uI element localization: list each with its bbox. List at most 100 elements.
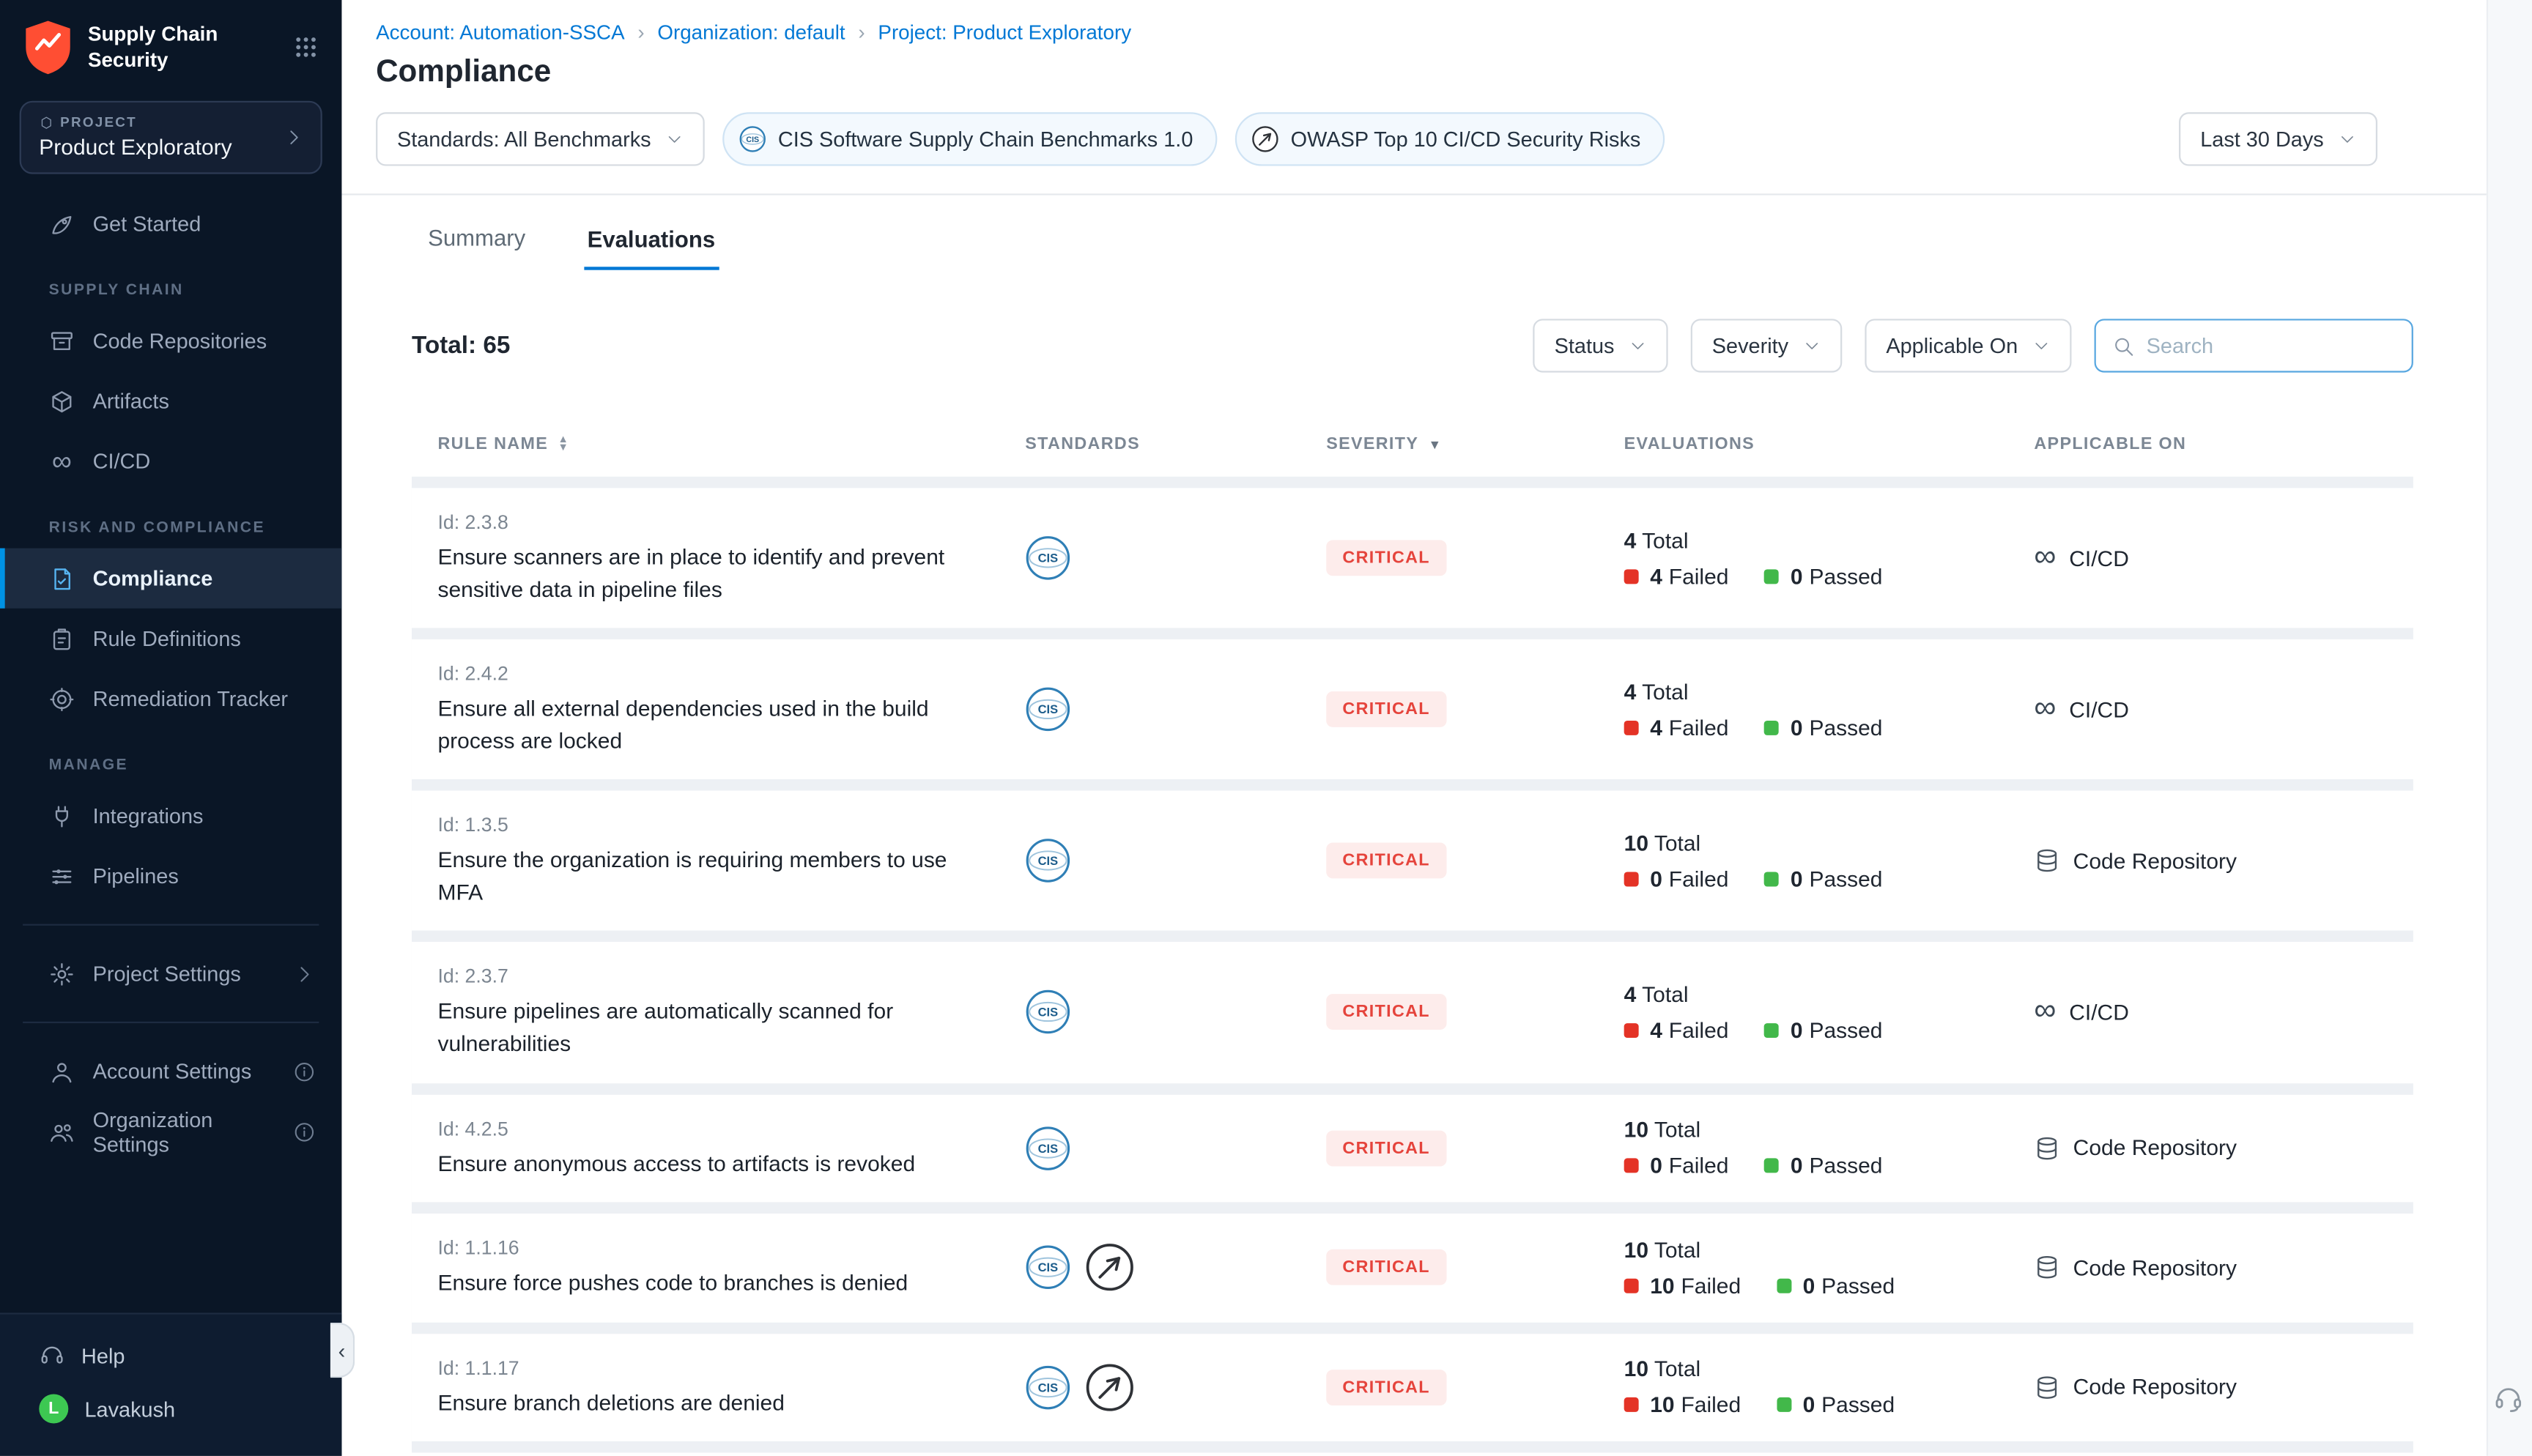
headset-icon [39, 1342, 65, 1368]
owasp-chip[interactable]: OWASP Top 10 CI/CD Security Risks [1235, 112, 1665, 166]
sidebar-item-remediation-tracker[interactable]: Remediation Tracker [0, 669, 341, 729]
code-repository-icon [2034, 1255, 2060, 1281]
svg-text:CIS: CIS [1038, 1142, 1059, 1155]
sidebar-item-pipelines[interactable]: Pipelines [0, 846, 341, 906]
sort-icon: ▲▼ [558, 435, 569, 453]
tab-summary[interactable]: Summary [425, 225, 529, 270]
code-repository-icon [2034, 1135, 2060, 1162]
search-input[interactable] [2147, 333, 2396, 357]
chevron-down-icon [1803, 337, 1821, 354]
breadcrumb-organization[interactable]: Organization: default [657, 21, 845, 44]
applicable-on-label: Code Repository [2073, 1136, 2237, 1160]
sidebar-collapse-handle[interactable]: ‹ [330, 1323, 355, 1378]
tab-evaluations[interactable]: Evaluations [584, 226, 718, 270]
table-toolbar: Total: 65 Status Severity Applicable On [412, 319, 2413, 372]
sidebar-bottom: Help L Lavakush [0, 1312, 341, 1455]
owasp-logo-icon [1085, 1244, 1134, 1293]
sidebar-item-cicd[interactable]: ∞ CI/CD [0, 431, 341, 491]
column-header-rule-name[interactable]: RULE NAME ▲▼ [437, 434, 1025, 454]
standards-dropdown[interactable]: Standards: All Benchmarks [376, 112, 705, 166]
sidebar-item-project-settings[interactable]: Project Settings [0, 943, 341, 1003]
sidebar-item-rule-definitions[interactable]: Rule Definitions [0, 609, 341, 669]
user-name: Lavakush [84, 1397, 175, 1421]
search-box [2095, 319, 2413, 372]
rule-name: Ensure pipelines are automatically scann… [437, 996, 982, 1060]
date-range-dropdown[interactable]: Last 30 Days [2179, 112, 2377, 166]
failed-square-icon [1624, 568, 1639, 583]
applicable-on-cell: ∞ Code Repository [2034, 848, 2387, 874]
user-menu[interactable]: L Lavakush [0, 1381, 341, 1437]
table-row[interactable]: Id: 1.1.17 Ensure branch deletions are d… [412, 1333, 2413, 1441]
code-repository-icon [2034, 1375, 2060, 1401]
table-row[interactable]: Id: 2.4.2 Ensure all external dependenci… [412, 639, 2413, 779]
sidebar-item-compliance[interactable]: Compliance [0, 549, 341, 609]
table-row[interactable]: Id: 4.2.5 Ensure anonymous access to art… [412, 1094, 2413, 1203]
severity-badge: CRITICAL [1326, 1250, 1446, 1286]
sidebar-item-account-settings[interactable]: Account Settings [0, 1041, 341, 1102]
breadcrumb-project[interactable]: Project: Product Exploratory [878, 21, 1131, 44]
sidebar-item-artifacts[interactable]: Artifacts [0, 371, 341, 431]
failed-count: 4Failed [1624, 716, 1729, 740]
severity-badge: CRITICAL [1326, 541, 1446, 576]
supply-chain-security-logo-icon [23, 20, 73, 75]
nav-divider [23, 924, 319, 926]
failed-square-icon [1624, 872, 1639, 886]
table-row[interactable]: Id: 1.3.5 Ensure the organization is req… [412, 791, 2413, 931]
help-button[interactable]: Help [0, 1329, 341, 1381]
passed-count: 0Passed [1777, 1393, 1895, 1417]
cis-logo-icon: CIS [1025, 687, 1070, 732]
sidebar-item-organization-settings[interactable]: Organization Settings [0, 1102, 341, 1162]
nav-divider [23, 1022, 319, 1023]
passed-square-icon [1764, 872, 1779, 886]
users-icon [49, 1118, 75, 1145]
project-selector[interactable]: PROJECT Product Exploratory [20, 101, 322, 174]
column-header-applicable-on: APPLICABLE ON [2034, 434, 2387, 454]
brand-title: Supply Chain Security [88, 21, 218, 73]
cicd-infinity-icon: ∞ [2034, 692, 2056, 723]
sidebar-item-integrations[interactable]: Integrations [0, 786, 341, 846]
table-row[interactable]: Id: 2.3.8 Ensure scanners are in place t… [412, 488, 2413, 628]
sidebar-item-code-repositories[interactable]: Code Repositories [0, 311, 341, 371]
evaluations-cell: 4 Total 4Failed 0Passed [1624, 528, 2035, 588]
failed-square-icon [1624, 1398, 1639, 1413]
table-row[interactable]: Id: 1.1.16 Ensure force pushes code to b… [412, 1214, 2413, 1322]
chevron-down-icon [1629, 337, 1646, 354]
severity-badge: CRITICAL [1326, 843, 1446, 879]
cicd-infinity-icon: ∞ [2034, 541, 2056, 572]
failed-square-icon [1624, 1159, 1639, 1173]
sort-desc-icon: ▼ [1429, 437, 1443, 451]
standards-cell: CIS [1025, 687, 1326, 732]
failed-square-icon [1624, 1023, 1639, 1038]
app-grid-icon[interactable] [293, 34, 319, 61]
svg-text:CIS: CIS [1038, 704, 1059, 717]
cis-logo-icon: CIS [1025, 535, 1070, 581]
column-header-severity[interactable]: SEVERITY ▼ [1326, 434, 1624, 454]
severity-filter-dropdown[interactable]: Severity [1691, 319, 1842, 372]
svg-text:CIS: CIS [1038, 1381, 1059, 1394]
severity-badge: CRITICAL [1326, 691, 1446, 727]
applicable-on-cell: ∞ CI/CD [2034, 999, 2387, 1027]
status-filter-dropdown[interactable]: Status [1533, 319, 1668, 372]
failed-count: 4Failed [1624, 1018, 1729, 1042]
avatar: L [39, 1394, 68, 1423]
clipboard-icon [49, 625, 75, 652]
package-icon [49, 388, 75, 415]
passed-square-icon [1764, 1023, 1779, 1038]
nav-section-manage: MANAGE [0, 729, 341, 786]
passed-count: 0Passed [1764, 866, 1882, 891]
applicable-on-filter-dropdown[interactable]: Applicable On [1865, 319, 2071, 372]
filter-bar: Standards: All Benchmarks CIS CIS Softwa… [341, 91, 2532, 195]
project-name: Product Exploratory [39, 135, 283, 159]
owasp-logo-icon [1085, 1363, 1134, 1412]
breadcrumb-account[interactable]: Account: Automation-SSCA [376, 21, 625, 44]
rule-id: Id: 1.1.17 [437, 1356, 982, 1379]
nav-section-risk-compliance: RISK AND COMPLIANCE [0, 491, 341, 549]
page-title: Compliance [376, 56, 2353, 92]
user-icon [49, 1058, 75, 1085]
support-headset-icon[interactable] [2493, 1383, 2524, 1414]
table-row[interactable]: Id: 2.3.7 Ensure pipelines are automatic… [412, 943, 2413, 1082]
cis-benchmark-chip[interactable]: CIS CIS Software Supply Chain Benchmarks… [722, 112, 1217, 166]
svg-text:CIS: CIS [1038, 552, 1059, 565]
sidebar-item-get-started[interactable]: Get Started [0, 193, 341, 253]
cis-logo-icon: CIS [1025, 1364, 1070, 1410]
